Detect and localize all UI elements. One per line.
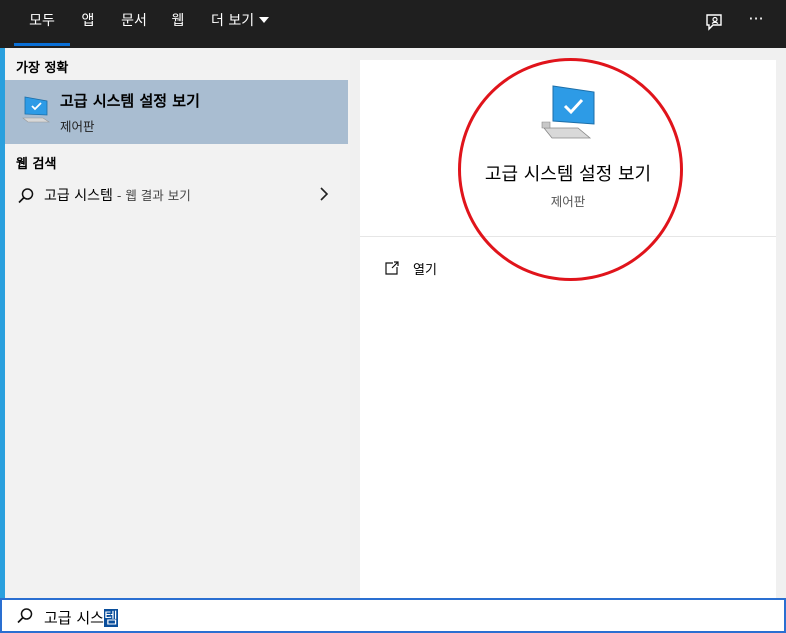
best-match-subtitle: 제어판: [60, 119, 95, 134]
web-result-query: 고급 시스템: [44, 188, 113, 204]
divider: [360, 236, 776, 237]
monitor-check-icon: [22, 96, 50, 123]
results-pane: 가장 정확 고급 시스템 설정 보기 제어판 웹 검색 고급 시스템 - 웹 결…: [5, 48, 350, 598]
search-icon: [17, 608, 33, 624]
web-result-item[interactable]: 고급 시스템 - 웹 결과 보기: [5, 180, 348, 210]
best-match-title: 고급 시스템 설정 보기: [60, 92, 200, 110]
web-search-header: 웹 검색: [16, 157, 57, 172]
top-bar: 모두 앱 문서 웹 더 보기 ···: [0, 0, 786, 48]
tab-all-label: 모두: [29, 13, 55, 29]
web-result-label: 고급 시스템 - 웹 결과 보기: [44, 185, 191, 205]
preview-card: 고급 시스템 설정 보기 제어판 열기: [360, 60, 776, 598]
more-icon[interactable]: ···: [744, 9, 768, 29]
search-input[interactable]: 고급 시스템: [44, 607, 118, 628]
best-match-item[interactable]: 고급 시스템 설정 보기 제어판: [5, 80, 348, 144]
chevron-right-icon[interactable]: [318, 186, 330, 202]
best-match-header: 가장 정확: [16, 61, 69, 76]
more-icon-glyph: ···: [748, 9, 764, 28]
tab-all[interactable]: 모두: [14, 0, 70, 46]
tab-apps-label: 앱: [81, 13, 95, 29]
tab-web-label: 웹: [171, 13, 185, 29]
open-icon: [385, 261, 399, 275]
open-label: 열기: [413, 263, 437, 278]
tab-more[interactable]: 더 보기: [211, 0, 275, 48]
monitor-check-icon: [541, 85, 595, 139]
tab-more-label: 더 보기: [211, 13, 255, 29]
tab-apps[interactable]: 앱: [80, 0, 96, 48]
preview-title: 고급 시스템 설정 보기: [484, 164, 652, 185]
tab-documents-label: 문서: [121, 13, 147, 29]
chevron-down-icon: [259, 17, 270, 23]
preview-subtitle: 제어판: [550, 194, 586, 209]
search-typed-text: 고급 시스: [44, 609, 104, 627]
open-action[interactable]: 열기: [380, 256, 500, 280]
tab-web[interactable]: 웹: [170, 0, 186, 48]
feedback-icon[interactable]: [704, 12, 724, 32]
web-result-suffix: - 웹 결과 보기: [112, 188, 191, 203]
search-selected-text: 템: [103, 609, 118, 627]
search-box[interactable]: 고급 시스템: [0, 598, 786, 633]
search-icon: [18, 188, 34, 204]
tab-documents[interactable]: 문서: [119, 0, 149, 48]
